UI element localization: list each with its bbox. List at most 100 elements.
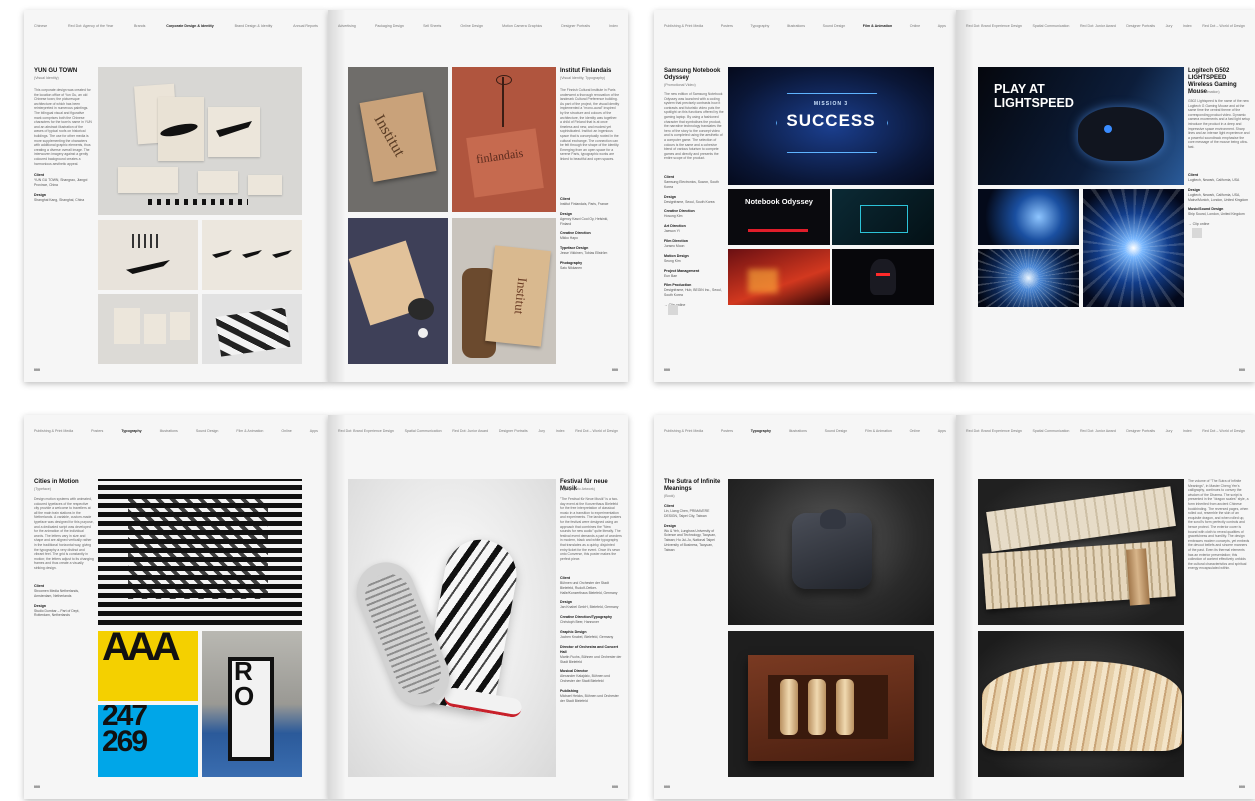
project-category: (Typographic Artwork) — [560, 487, 595, 491]
nav-item[interactable]: Illustrations — [787, 24, 805, 28]
nav-item[interactable]: Online Design — [460, 24, 483, 28]
project-description: The volume of "The Sutra of Infinite Mea… — [1188, 479, 1250, 571]
nav-item[interactable]: Apps — [938, 24, 946, 28]
project-category: (Promotional Video) — [664, 83, 696, 87]
page-nav: Red Dot: Brand Experience Design Spatial… — [966, 429, 1245, 433]
logo-photo — [98, 220, 198, 290]
nav-item[interactable]: Publishing & Print Media — [664, 429, 703, 433]
nav-item[interactable]: Posters — [91, 429, 103, 433]
poster-glyph: AAA — [102, 631, 181, 669]
page-nav: Publishing & Print Media Posters Typogra… — [34, 429, 318, 433]
nav-item[interactable]: Brand Design & Identity — [235, 24, 273, 28]
play-at-lightspeed-still: PLAY AT LIGHTSPEED — [978, 67, 1184, 185]
nav-item[interactable]: Advertising — [338, 24, 356, 28]
credit-value: Christoph Beer, Hannover — [560, 620, 600, 625]
credit-value: Wu & Yeh, Lunghwa University of Science … — [664, 528, 717, 552]
nav-item[interactable]: Annual Reports — [293, 24, 318, 28]
nav-item[interactable]: Jury — [538, 429, 545, 433]
nav-item[interactable]: Posters — [721, 24, 733, 28]
credit-value: Jaewon Yi — [664, 229, 680, 234]
nav-item[interactable]: Brands — [134, 24, 145, 28]
nav-item[interactable]: Illustrations — [160, 429, 178, 433]
nav-item[interactable]: Red Dot – World of Design — [1202, 24, 1245, 28]
nav-item[interactable]: Sound Design — [825, 429, 848, 433]
nav-item[interactable]: Index — [556, 429, 565, 433]
gutter-shadow — [956, 10, 974, 382]
nav-item[interactable]: Jury — [1166, 429, 1173, 433]
nav-item[interactable]: Posters — [721, 429, 733, 433]
book-photo: Institut — [348, 67, 448, 212]
credit-value: Hosung Kim — [664, 214, 683, 219]
nav-item[interactable]: Designer Portraits — [1126, 429, 1155, 433]
nav-item[interactable]: Index — [1183, 429, 1192, 433]
nav-item[interactable]: Index — [1183, 24, 1192, 28]
nav-item[interactable]: Designer Portraits — [499, 429, 528, 433]
nav-item[interactable]: Packaging Design — [375, 24, 404, 28]
nav-item[interactable]: Red Dot – World of Design — [1202, 429, 1245, 433]
spread-book-design: Publishing & Print Media Posters Typogra… — [654, 415, 1255, 799]
page-yun-gu-town: Chinese Red Dot: Agency of the Year Bran… — [24, 10, 328, 382]
page-nav: Publishing & Print Media Posters Typogra… — [664, 429, 946, 433]
nav-item[interactable]: Red Dot: Junior Award — [452, 429, 488, 433]
credit-value: Jochen Knabel, Bielefeld, Germany — [560, 634, 614, 639]
clip-online-link[interactable]: → Clip online — [1188, 222, 1250, 227]
credit-value: Agency Kasvi Cool Oy, Helsinki, Finland — [560, 216, 609, 226]
poster-glyph: RO — [234, 656, 255, 711]
credit-value: Mikko Hapo — [560, 236, 578, 241]
nav-item[interactable]: Red Dot: Junior Award — [1080, 429, 1116, 433]
project-credits: Client Institut Finlandais, Paris, Franc… — [560, 192, 620, 271]
nav-item[interactable]: Spatial Communication — [1032, 24, 1069, 28]
nav-item[interactable]: Film & Animation — [865, 429, 892, 433]
nav-item[interactable]: Illustrations — [789, 429, 807, 433]
nav-item[interactable]: Red Dot: Brand Experience Design — [966, 24, 1022, 28]
nav-item[interactable]: Index — [609, 24, 618, 28]
page-nav: Advertising Packaging Design Sell Sheets… — [338, 24, 618, 28]
nav-item[interactable]: Designer Portraits — [1126, 24, 1155, 28]
nav-item[interactable]: Film & Animation — [236, 429, 263, 433]
page-number: 000 — [34, 785, 40, 789]
nav-item[interactable]: Motion Camera Graphics — [502, 24, 542, 28]
nav-item[interactable]: Apps — [310, 429, 318, 433]
nav-item[interactable]: Typography — [751, 24, 770, 28]
gutter-shadow — [956, 415, 974, 799]
nav-item[interactable]: Online — [281, 429, 291, 433]
spread-corporate-design: Chinese Red Dot: Agency of the Year Bran… — [24, 10, 628, 382]
kinetic-type-grid — [98, 479, 302, 625]
page-institut-finlandais: Advertising Packaging Design Sell Sheets… — [328, 10, 628, 382]
project-description: Design motion systems with animated, col… — [34, 497, 94, 570]
nav-item[interactable]: Spatial Communication — [1032, 429, 1069, 433]
nav-item[interactable]: Publishing & Print Media — [34, 429, 73, 433]
nav-item-active[interactable]: Film & Animation — [863, 24, 892, 28]
credit-value: Stroomen Media Netherlands, Amsterdam, N… — [34, 589, 80, 598]
qr-code-icon — [668, 305, 678, 315]
nav-item[interactable]: Sound Design — [823, 24, 846, 28]
project-description: "The Festival für Neue Musik" is a two-d… — [560, 497, 622, 561]
nav-item[interactable]: Red Dot: Brand Experience Design — [338, 429, 394, 433]
nav-item[interactable]: Online — [910, 24, 920, 28]
page-cities-in-motion: Publishing & Print Media Posters Typogra… — [24, 415, 328, 799]
nav-item[interactable]: Red Dot: Brand Experience Design — [966, 429, 1022, 433]
nav-item-active[interactable]: Typography — [751, 429, 771, 433]
gutter-shadow — [328, 10, 346, 382]
nav-item[interactable]: Chinese — [34, 24, 47, 28]
folded-paper-photo — [348, 218, 448, 364]
nav-item[interactable]: Jury — [1166, 24, 1173, 28]
nav-item[interactable]: Sell Sheets — [423, 24, 441, 28]
nav-item-active[interactable]: Corporate Design & Identity — [166, 24, 214, 28]
prints-photo — [202, 294, 302, 364]
nav-item[interactable]: Spatial Communication — [405, 429, 442, 433]
page-number: 000 — [664, 785, 670, 789]
nav-item[interactable]: Online — [910, 429, 920, 433]
nav-item[interactable]: Apps — [938, 429, 946, 433]
nav-item[interactable]: Red Dot – World of Design — [575, 429, 618, 433]
light-tunnel-still — [1083, 189, 1184, 307]
nav-item[interactable]: Sound Design — [196, 429, 219, 433]
nav-item[interactable]: Designer Portraits — [561, 24, 590, 28]
nav-item[interactable]: Red Dot: Agency of the Year — [68, 24, 113, 28]
notebook-odyssey-still: Notebook Odyssey — [728, 189, 830, 245]
project-category: (Visual Identity, Typography) — [560, 76, 606, 80]
spread-film-animation: Publishing & Print Media Posters Typogra… — [654, 10, 1255, 382]
nav-item[interactable]: Red Dot: Junior Award — [1080, 24, 1116, 28]
nav-item[interactable]: Publishing & Print Media — [664, 24, 703, 28]
nav-item-active[interactable]: Typography — [121, 429, 141, 433]
